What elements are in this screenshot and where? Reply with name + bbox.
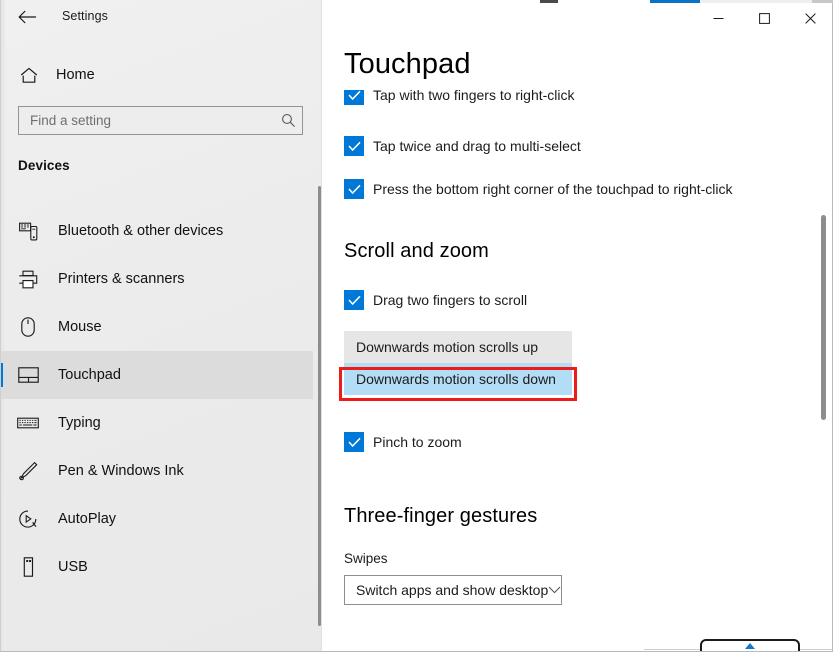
window-edge-strip-grey bbox=[700, 0, 812, 3]
close-button[interactable] bbox=[787, 3, 833, 33]
window-edge-strip-accent bbox=[650, 0, 700, 3]
dropdown-option-scrolls-down[interactable]: Downwards motion scrolls down bbox=[344, 363, 572, 395]
window-edge-strip-dark bbox=[540, 0, 558, 3]
swipes-selected-value: Switch apps and show desktop bbox=[356, 582, 549, 598]
minimize-button[interactable] bbox=[695, 3, 741, 33]
sidebar-item-label: AutoPlay bbox=[58, 511, 117, 527]
printer-icon bbox=[16, 267, 40, 291]
sidebar-item-autoplay[interactable]: AutoPlay bbox=[0, 495, 313, 543]
window-title: Settings bbox=[62, 9, 108, 23]
swipes-select[interactable]: Switch apps and show desktop bbox=[344, 575, 562, 605]
sidebar-section-label: Devices bbox=[18, 158, 70, 173]
checkbox-row-drag-two-fingers[interactable]: Drag two fingers to scroll bbox=[344, 290, 527, 310]
sidebar-item-label: Touchpad bbox=[58, 367, 121, 383]
home-icon bbox=[18, 64, 40, 86]
sidebar-item-pen-windows-ink[interactable]: Pen & Windows Ink bbox=[0, 447, 313, 495]
sidebar-item-label: Pen & Windows Ink bbox=[58, 463, 184, 479]
usb-icon bbox=[16, 555, 40, 579]
search-input[interactable] bbox=[19, 112, 274, 129]
sidebar-item-label: Bluetooth & other devices bbox=[58, 223, 224, 239]
home-label: Home bbox=[56, 67, 95, 83]
touchpad-icon bbox=[16, 363, 40, 387]
settings-window: Settings Home Devices bbox=[0, 0, 833, 652]
sidebar-item-label: Mouse bbox=[58, 319, 102, 335]
checkbox-label: Tap twice and drag to multi-select bbox=[373, 138, 581, 154]
minimize-icon bbox=[713, 17, 723, 19]
checkbox-drag-two-fingers[interactable] bbox=[344, 290, 364, 310]
window-controls bbox=[695, 3, 833, 33]
sidebar-nav-list: Bluetooth & other devices Printers & sca… bbox=[0, 207, 313, 591]
checkbox-row-tap-twice-drag[interactable]: Tap twice and drag to multi-select bbox=[344, 136, 581, 156]
pen-icon bbox=[16, 459, 40, 483]
checkbox-label: Press the bottom right corner of the tou… bbox=[373, 181, 733, 197]
sidebar-item-printers-scanners[interactable]: Printers & scanners bbox=[0, 255, 313, 303]
scroll-direction-dropdown-list: Downwards motion scrolls up Downwards mo… bbox=[344, 331, 572, 395]
section-heading-three-finger-gestures: Three-finger gestures bbox=[344, 505, 538, 527]
checkbox-label: Drag two fingers to scroll bbox=[373, 292, 528, 308]
checkbox-tap-twice-drag[interactable] bbox=[344, 136, 364, 156]
checkbox-label: Pinch to zoom bbox=[373, 434, 462, 450]
checkbox-row-pinch-to-zoom[interactable]: Pinch to zoom bbox=[344, 432, 462, 452]
up-arrow-icon bbox=[745, 643, 755, 649]
keyboard-icon bbox=[16, 411, 40, 435]
dropdown-option-scrolls-up[interactable]: Downwards motion scrolls up bbox=[344, 331, 572, 363]
main-content: Tap with two fingers to right-click Tap … bbox=[322, 0, 833, 652]
checkbox-bottom-right-corner[interactable] bbox=[344, 179, 364, 199]
sidebar-item-bluetooth-other-devices[interactable]: Bluetooth & other devices bbox=[0, 207, 313, 255]
checkbox-pinch-to-zoom[interactable] bbox=[344, 432, 364, 452]
bluetooth-devices-icon bbox=[16, 219, 40, 243]
maximize-icon bbox=[758, 12, 770, 24]
swipes-label: Swipes bbox=[344, 551, 388, 566]
mouse-icon bbox=[16, 315, 40, 339]
sidebar: Settings Home Devices bbox=[0, 0, 322, 652]
maximize-button[interactable] bbox=[741, 3, 787, 33]
sidebar-item-label: Typing bbox=[58, 415, 101, 431]
search-icon bbox=[274, 113, 302, 128]
title-bar: Settings bbox=[0, 0, 322, 34]
window-edge-strip-right bbox=[812, 0, 833, 3]
back-arrow-icon bbox=[17, 10, 36, 24]
window-frame-left bbox=[0, 0, 1, 652]
sidebar-item-usb[interactable]: USB bbox=[0, 543, 313, 591]
sidebar-item-label: Printers & scanners bbox=[58, 271, 185, 287]
close-icon bbox=[804, 12, 816, 24]
search-box[interactable] bbox=[18, 106, 303, 135]
back-button[interactable] bbox=[10, 2, 44, 32]
main-scrollbar-thumb[interactable] bbox=[821, 215, 826, 420]
sidebar-item-home[interactable]: Home bbox=[0, 58, 310, 92]
sidebar-scrollbar-thumb[interactable] bbox=[318, 186, 321, 626]
sidebar-item-mouse[interactable]: Mouse bbox=[0, 303, 313, 351]
sidebar-item-label: USB bbox=[58, 559, 88, 575]
sidebar-item-touchpad[interactable]: Touchpad bbox=[0, 351, 313, 399]
checkbox-row-bottom-right-corner[interactable]: Press the bottom right corner of the tou… bbox=[344, 179, 733, 199]
section-heading-scroll-and-zoom: Scroll and zoom bbox=[344, 240, 489, 262]
page-title: Touchpad bbox=[344, 48, 471, 81]
autoplay-icon bbox=[16, 507, 40, 531]
chevron-down-icon bbox=[548, 586, 561, 594]
sidebar-item-typing[interactable]: Typing bbox=[0, 399, 313, 447]
